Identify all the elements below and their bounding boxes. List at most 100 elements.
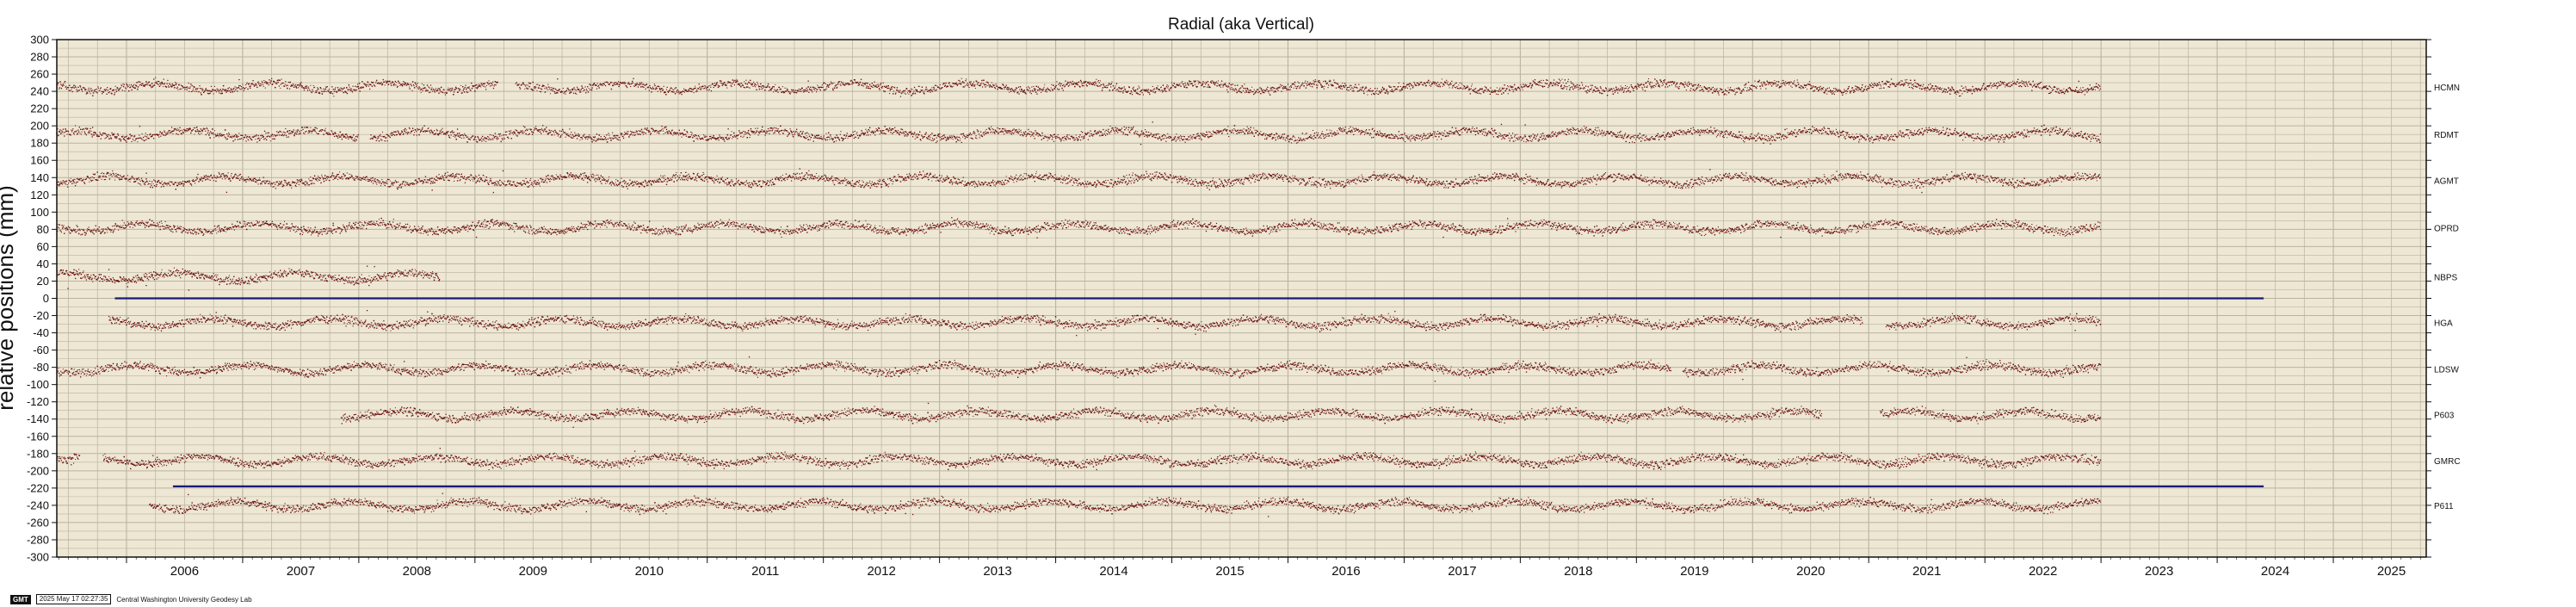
data-point — [177, 133, 179, 135]
data-point — [749, 87, 751, 89]
data-point — [819, 138, 821, 139]
data-point — [461, 92, 463, 94]
data-point — [864, 84, 866, 85]
data-point — [77, 129, 79, 131]
data-point — [1055, 84, 1057, 87]
data-point — [240, 86, 243, 88]
data-point — [635, 84, 637, 86]
data-point — [674, 88, 676, 90]
data-point — [632, 132, 633, 133]
data-point — [498, 133, 500, 135]
data-point — [1644, 86, 1646, 88]
data-point — [1068, 82, 1070, 84]
data-point — [309, 130, 311, 132]
data-point — [1258, 90, 1261, 93]
data-point — [672, 134, 674, 136]
data-point — [1364, 89, 1365, 90]
data-point — [670, 133, 672, 135]
data-point — [164, 131, 166, 133]
data-point — [627, 133, 628, 135]
data-point — [380, 135, 382, 137]
data-point — [96, 92, 98, 94]
data-point — [543, 129, 545, 131]
data-point — [976, 80, 978, 83]
data-point — [594, 83, 596, 84]
data-point — [159, 83, 161, 84]
data-point — [1096, 81, 1098, 83]
data-point — [1005, 84, 1007, 86]
data-point — [2028, 82, 2029, 84]
data-point — [322, 129, 324, 131]
data-point — [388, 135, 390, 137]
data-point — [1996, 83, 1998, 84]
data-point — [1671, 84, 1672, 86]
data-point — [831, 138, 833, 139]
data-point — [598, 138, 599, 139]
data-point — [332, 89, 334, 90]
data-point — [1848, 85, 1850, 88]
data-point — [2085, 89, 2087, 90]
data-point — [884, 90, 886, 93]
data-point — [649, 131, 651, 133]
data-point — [1441, 82, 1442, 84]
data-point — [215, 90, 217, 91]
data-point — [1981, 87, 1983, 89]
data-point — [162, 132, 164, 133]
data-point — [810, 137, 812, 139]
data-point — [1331, 84, 1333, 85]
data-point — [578, 89, 580, 90]
data-point — [1063, 84, 1065, 85]
data-point — [1816, 88, 1818, 90]
data-point — [1622, 87, 1624, 89]
data-point — [1025, 93, 1027, 95]
data-point — [541, 85, 543, 88]
data-point — [1962, 88, 1964, 90]
data-point — [184, 86, 186, 88]
data-point — [935, 84, 936, 86]
data-point — [816, 91, 818, 93]
data-point — [942, 87, 943, 89]
data-point — [1774, 80, 1776, 82]
data-point — [1902, 84, 1904, 85]
data-point — [469, 88, 471, 90]
data-point — [1529, 83, 1532, 84]
data-point — [678, 129, 680, 131]
data-point — [333, 135, 336, 138]
data-point — [661, 88, 663, 90]
data-point — [744, 83, 746, 84]
data-point — [1591, 87, 1592, 89]
data-point — [368, 85, 369, 87]
data-point — [709, 84, 711, 86]
data-point — [105, 133, 107, 134]
data-point — [590, 138, 593, 140]
data-point — [287, 130, 289, 132]
data-point — [837, 84, 839, 85]
data-point — [1696, 87, 1698, 89]
data-point — [408, 127, 411, 129]
data-point — [1997, 85, 1998, 88]
data-point — [389, 81, 391, 83]
data-point — [580, 91, 582, 93]
data-point — [1314, 79, 1316, 81]
data-point — [875, 84, 877, 86]
data-point — [350, 88, 352, 90]
data-point — [149, 84, 151, 86]
data-point — [273, 135, 275, 137]
data-point — [1328, 84, 1330, 86]
data-point — [1298, 82, 1300, 84]
data-point — [1186, 87, 1188, 89]
data-point — [380, 82, 382, 84]
data-point — [586, 136, 588, 138]
data-point — [1007, 86, 1009, 89]
data-point — [1272, 87, 1275, 89]
data-point — [1449, 82, 1451, 84]
data-point — [376, 138, 379, 139]
data-point — [744, 87, 746, 89]
data-point — [578, 91, 580, 93]
data-point — [574, 92, 577, 95]
data-point — [726, 82, 728, 84]
data-point — [137, 88, 139, 90]
data-point — [874, 85, 877, 87]
data-point — [1580, 88, 1582, 90]
data-point — [283, 85, 286, 87]
